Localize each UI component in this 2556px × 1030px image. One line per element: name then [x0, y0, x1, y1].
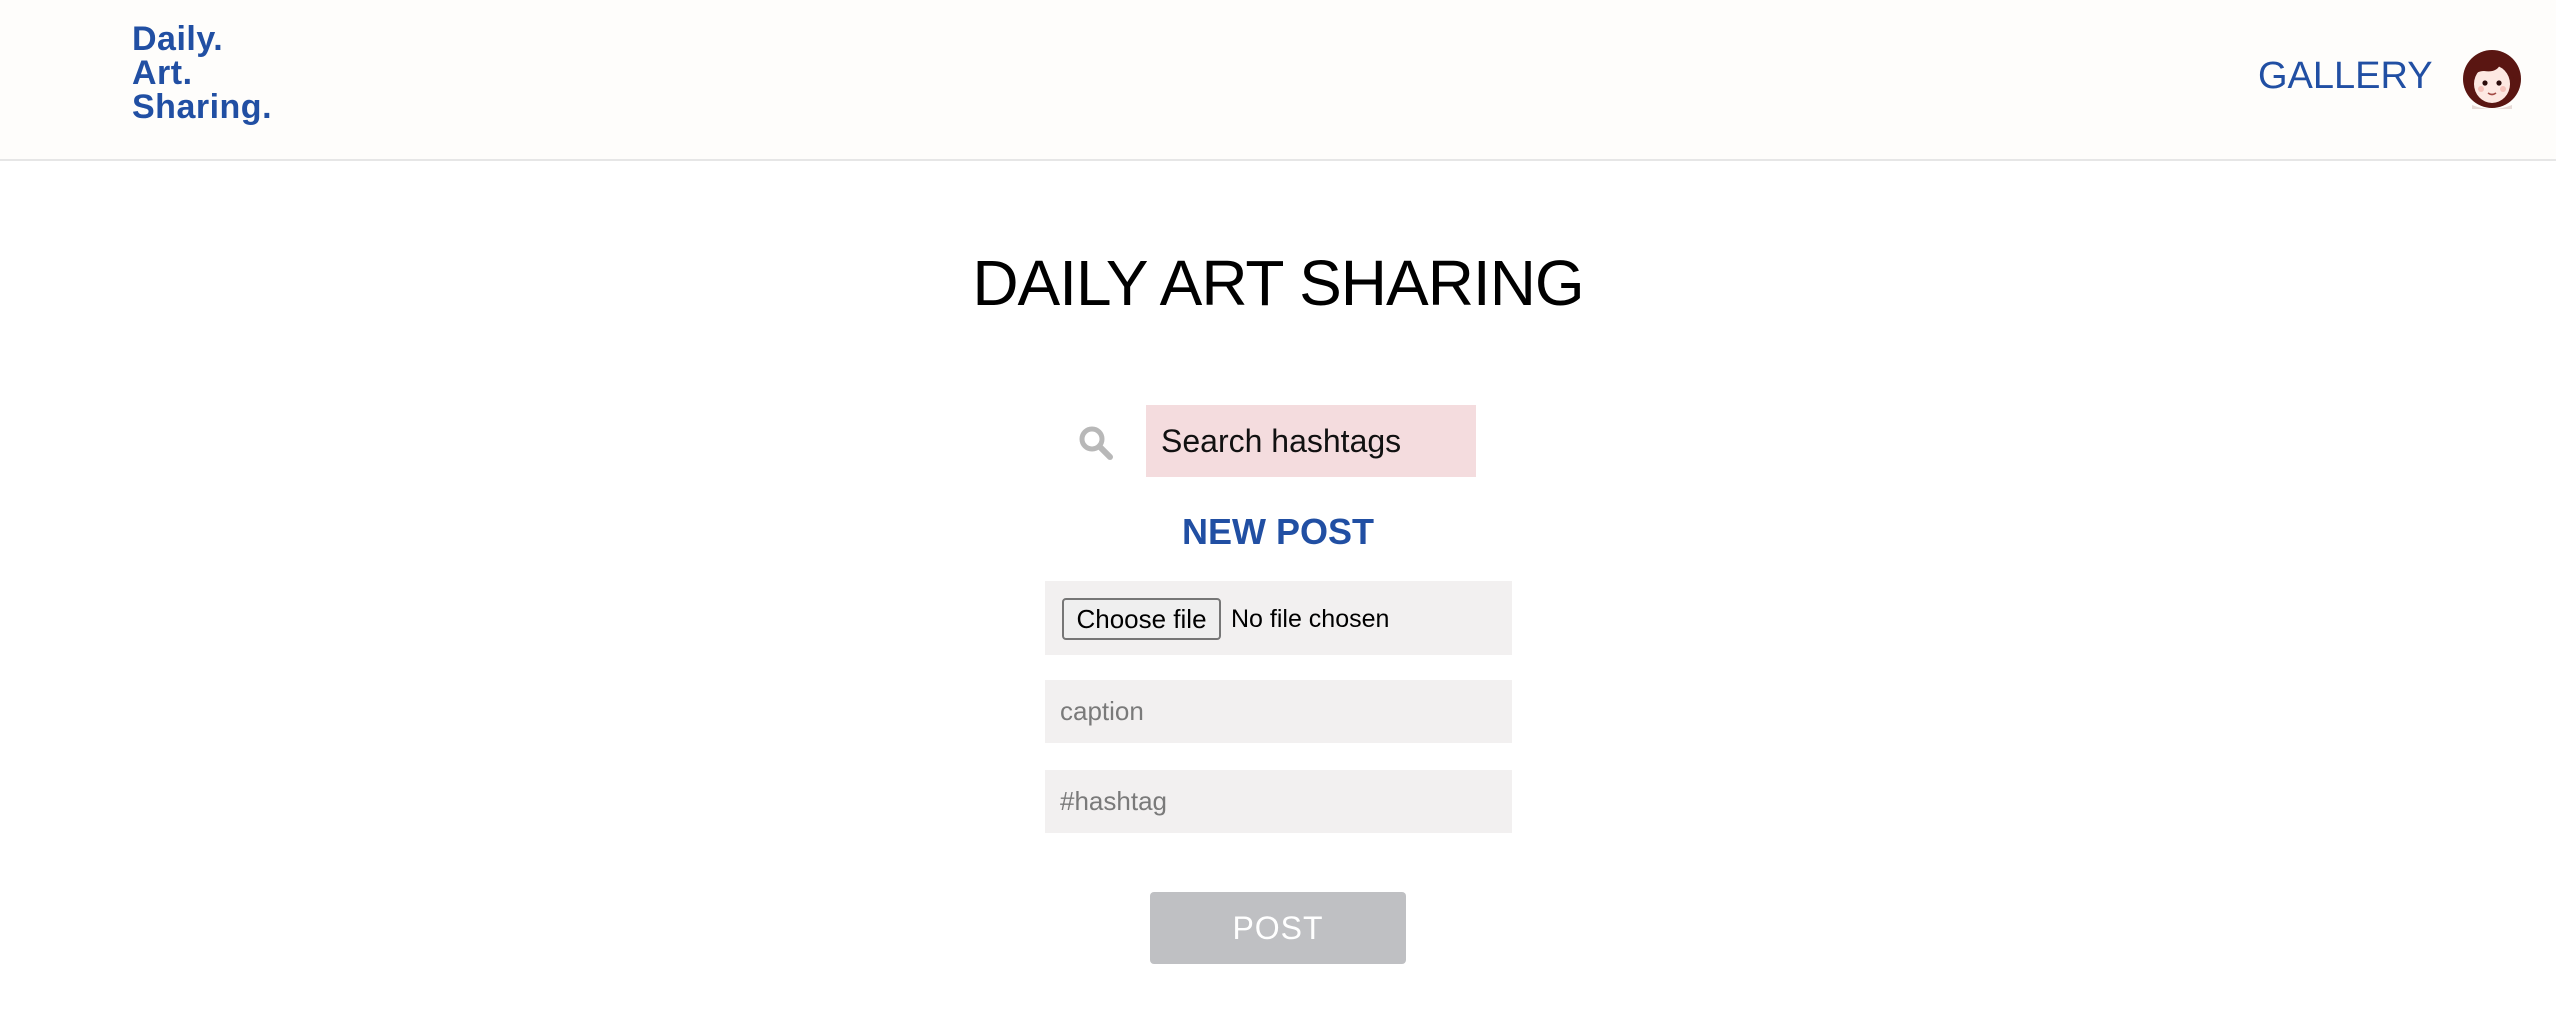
- search-hashtags-input[interactable]: [1146, 405, 1476, 477]
- file-status-text: No file chosen: [1231, 605, 1390, 633]
- caption-input[interactable]: [1045, 680, 1512, 743]
- logo-line-daily: Daily.: [132, 20, 224, 58]
- file-upload-field[interactable]: Choose file No file chosen: [1045, 581, 1512, 655]
- logo-line-art: Art.: [132, 54, 193, 92]
- search-icon[interactable]: [1077, 424, 1115, 462]
- top-header: Daily. Art. Sharing. GALLERY: [0, 0, 2556, 161]
- user-avatar-icon[interactable]: [2462, 49, 2522, 109]
- choose-file-button[interactable]: Choose file: [1062, 598, 1221, 640]
- hashtag-input[interactable]: [1045, 770, 1512, 833]
- site-logo[interactable]: Daily. Art. Sharing.: [132, 22, 272, 124]
- new-post-heading: NEW POST: [1181, 511, 1374, 552]
- page-title: DAILY ART SHARING: [972, 247, 1584, 319]
- logo-line-sharing: Sharing.: [132, 88, 273, 126]
- post-button[interactable]: POST: [1150, 892, 1406, 964]
- nav-gallery-link[interactable]: GALLERY: [2258, 54, 2433, 98]
